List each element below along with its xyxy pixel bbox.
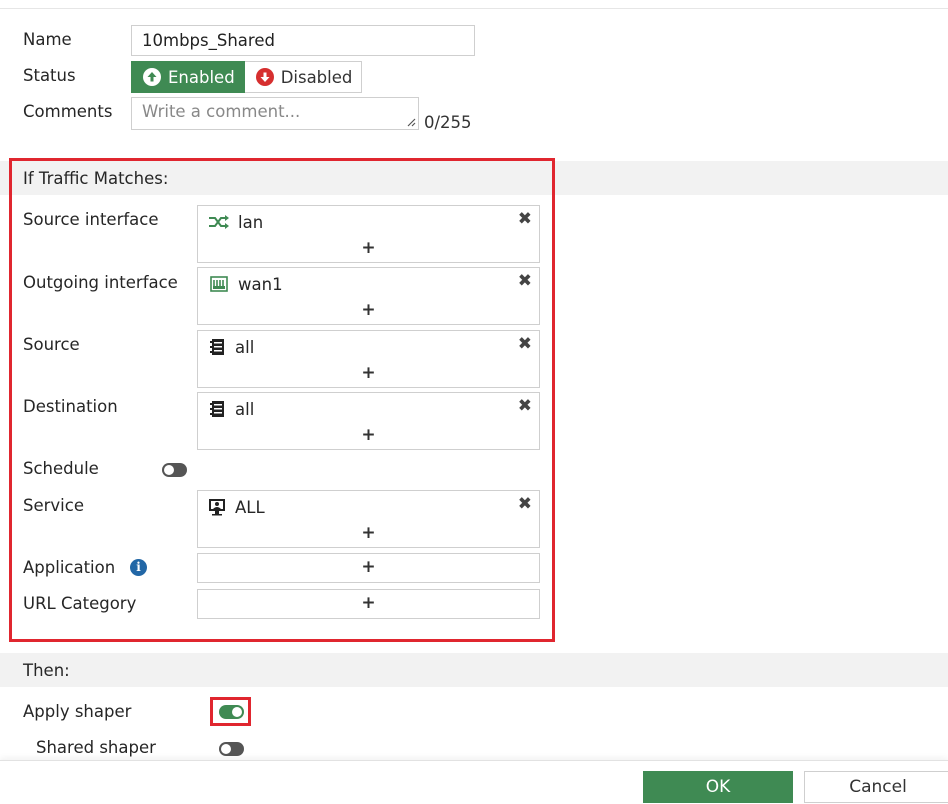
comments-placeholder: Write a comment... [142, 102, 301, 121]
resize-handle-icon[interactable] [406, 117, 416, 127]
comments-label: Comments [23, 102, 113, 121]
highlight-box-apply-shaper [210, 697, 251, 726]
shared-shaper-toggle[interactable] [219, 742, 244, 756]
top-border [0, 0, 948, 9]
highlight-box-traffic-match [9, 158, 555, 642]
name-label: Name [23, 30, 72, 49]
status-enabled-button[interactable]: Enabled [131, 61, 245, 93]
shared-shaper-label: Shared shaper [36, 738, 156, 757]
then-title: Then: [23, 661, 70, 680]
status-label: Status [23, 66, 76, 85]
cancel-button[interactable]: Cancel [804, 771, 948, 803]
comments-counter: 0/255 [424, 113, 472, 132]
name-input[interactable] [131, 25, 475, 56]
comments-textarea[interactable]: Write a comment... [131, 97, 419, 130]
ok-button[interactable]: OK [643, 771, 793, 803]
status-disabled-button[interactable]: Disabled [244, 61, 363, 93]
status-enabled-label: Enabled [168, 67, 235, 87]
status-toggle-group: Enabled Disabled [131, 61, 363, 93]
status-disabled-label: Disabled [280, 67, 353, 87]
arrow-up-circle-icon [143, 68, 161, 86]
apply-shaper-label: Apply shaper [23, 702, 132, 721]
then-header [0, 653, 948, 687]
arrow-down-circle-icon [255, 68, 274, 86]
